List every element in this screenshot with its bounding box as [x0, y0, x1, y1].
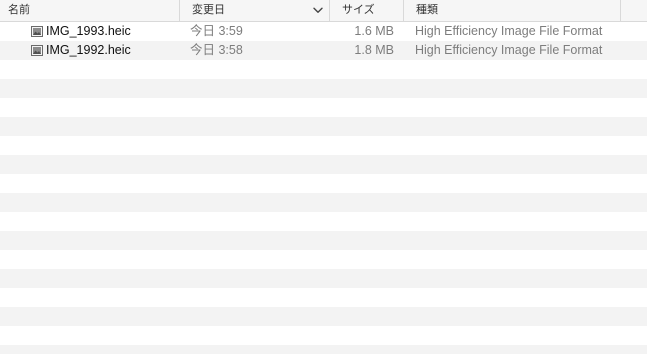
- column-header-kind[interactable]: 種類: [404, 0, 621, 21]
- column-header-name-label: 名前: [8, 4, 30, 16]
- column-header-kind-label: 種類: [416, 4, 438, 16]
- list-stripe: [0, 79, 647, 98]
- column-header-date-modified[interactable]: 変更日: [180, 0, 330, 21]
- column-header-size[interactable]: サイズ: [330, 0, 404, 21]
- chevron-down-icon: [313, 7, 323, 13]
- file-row[interactable]: IMG_1993.heic 今日 3:59 1.6 MB High Effici…: [0, 22, 647, 41]
- heic-image-file-icon: [31, 45, 43, 56]
- column-header-bar: 名前 変更日 サイズ 種類: [0, 0, 647, 22]
- column-header-date-label: 変更日: [192, 4, 225, 16]
- list-stripe: [0, 288, 647, 307]
- list-stripe: [0, 60, 647, 79]
- file-list: IMG_1993.heic 今日 3:59 1.6 MB High Effici…: [0, 22, 647, 354]
- list-stripe: [0, 250, 647, 269]
- file-date-modified: 今日 3:58: [190, 43, 243, 57]
- list-stripe: [0, 155, 647, 174]
- list-stripe: [0, 212, 647, 231]
- finder-list-view: 名前 変更日 サイズ 種類 IMG_1993.heic 今日 3:59 1.6 …: [0, 0, 647, 354]
- list-stripe: [0, 231, 647, 250]
- file-kind: High Efficiency Image File Format: [415, 43, 603, 57]
- list-stripe: [0, 269, 647, 288]
- file-size: 1.6 MB: [354, 24, 394, 38]
- column-header-size-label: サイズ: [342, 4, 375, 16]
- list-stripe: [0, 193, 647, 212]
- file-name: IMG_1993.heic: [46, 24, 131, 38]
- column-header-filler: [621, 0, 647, 21]
- list-stripe: [0, 117, 647, 136]
- list-stripe: [0, 136, 647, 155]
- heic-image-file-icon: [31, 26, 43, 37]
- list-stripe: [0, 174, 647, 193]
- file-date-modified: 今日 3:59: [190, 24, 243, 38]
- file-row[interactable]: IMG_1992.heic 今日 3:58 1.8 MB High Effici…: [0, 41, 647, 60]
- list-stripe: [0, 307, 647, 326]
- column-header-name[interactable]: 名前: [0, 0, 180, 21]
- file-name: IMG_1992.heic: [46, 43, 131, 57]
- list-stripe: [0, 326, 647, 345]
- file-size: 1.8 MB: [354, 43, 394, 57]
- file-kind: High Efficiency Image File Format: [415, 24, 603, 38]
- list-stripe: [0, 98, 647, 117]
- list-stripe: [0, 345, 647, 354]
